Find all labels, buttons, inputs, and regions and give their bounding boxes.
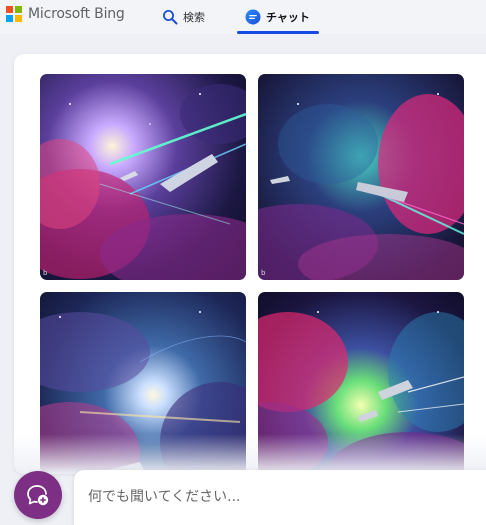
- new-topic-button[interactable]: [14, 471, 62, 519]
- bing-logo[interactable]: Microsoft Bing: [6, 6, 125, 22]
- generated-image-4[interactable]: [258, 292, 464, 474]
- generated-image-3[interactable]: [40, 292, 246, 474]
- tab-search[interactable]: 検索: [162, 0, 205, 34]
- tab-chat[interactable]: チャット: [237, 0, 319, 34]
- chat-input[interactable]: [88, 484, 478, 510]
- space-nebula-image: [40, 74, 246, 280]
- space-nebula-image: [40, 292, 246, 474]
- top-bar: Microsoft Bing 検索 チャット: [0, 0, 486, 34]
- space-nebula-image: [258, 74, 464, 280]
- microsoft-logo-icon: [6, 6, 22, 22]
- space-nebula-image: [258, 292, 464, 474]
- tab-search-label: 検索: [183, 11, 205, 24]
- new-topic-icon: [27, 485, 49, 506]
- generated-image-1[interactable]: b: [40, 74, 246, 280]
- chat-composer: [74, 470, 486, 525]
- brand-name: Microsoft Bing: [28, 6, 125, 22]
- tab-chat-label: チャット: [266, 11, 310, 24]
- search-icon: [163, 10, 178, 25]
- chat-icon: [245, 9, 261, 25]
- bing-badge-icon: b: [43, 269, 48, 277]
- bing-badge-icon: b: [261, 269, 266, 277]
- generated-image-2[interactable]: b: [258, 74, 464, 280]
- image-result-card: b b: [14, 54, 486, 474]
